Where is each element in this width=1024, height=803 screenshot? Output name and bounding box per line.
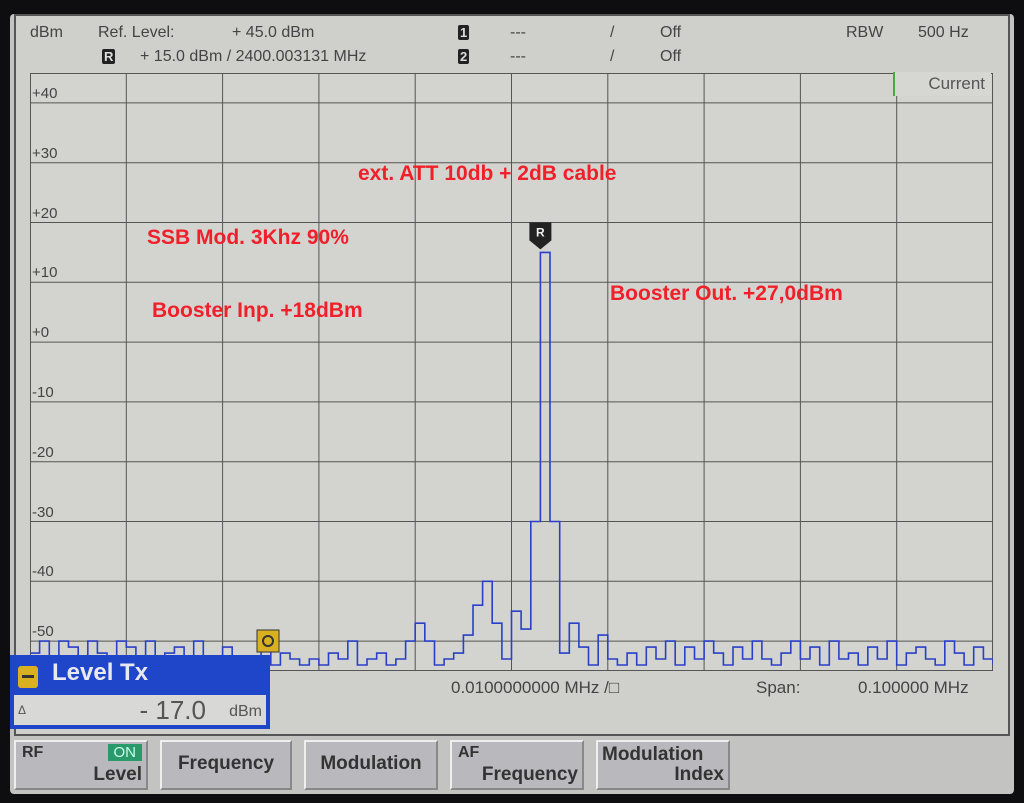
rf-label: RF <box>22 744 44 761</box>
q-marker-icon <box>256 629 280 653</box>
y-tick-label: -30 <box>32 503 54 521</box>
y-tick-label: +40 <box>32 84 58 102</box>
minimize-icon[interactable] <box>18 666 38 688</box>
ref-marker-icon: R <box>102 49 116 64</box>
marker2-state: Off <box>660 48 682 65</box>
span-label: Span: <box>756 678 801 697</box>
step-indicator: Δ <box>18 703 27 717</box>
y-tick-label: -50 <box>32 623 54 641</box>
span-value: 0.100000 MHz <box>858 678 969 697</box>
rbw-value: 500 Hz <box>918 24 969 41</box>
level-tx-unit: dBm <box>229 703 262 720</box>
rbw-label: RBW <box>846 24 884 41</box>
softkey-rf-level[interactable]: RF ON Level <box>14 740 148 790</box>
softkey-modulation[interactable]: Modulation <box>304 740 438 790</box>
marker1-state: Off <box>660 24 682 41</box>
trace-mode-current[interactable]: Current <box>893 72 991 96</box>
annotation-modulation: SSB Mod. 3Khz 90% <box>147 226 349 249</box>
mod-index-top-label: Modulation <box>602 744 704 765</box>
marker1-value: --- <box>510 24 526 41</box>
marker2-sep: / <box>610 48 615 65</box>
svg-text:R: R <box>536 225 545 239</box>
af-frequency-label: Frequency <box>481 764 578 785</box>
af-label: AF <box>458 744 480 761</box>
level-tx-title: Level Tx <box>52 659 149 686</box>
level-label: Level <box>93 764 142 785</box>
ref-level-label: Ref. Level: <box>98 24 175 41</box>
y-tick-label: -10 <box>32 383 54 401</box>
softkey-modulation-index[interactable]: Modulation Index <box>596 740 730 790</box>
level-tx-value: - 17.0 <box>139 695 207 725</box>
marker2-icon: 2 <box>458 49 470 64</box>
y-tick-label: -40 <box>32 563 54 581</box>
marker1-icon: 1 <box>458 25 470 40</box>
y-tick-label: -20 <box>32 443 54 461</box>
y-tick-label: +20 <box>32 204 58 222</box>
annotation-attenuation: ext. ATT 10db + 2dB cable <box>358 162 617 185</box>
softkey-af-frequency[interactable]: AF Frequency <box>450 740 584 790</box>
marker1-sep: / <box>610 24 615 41</box>
y-tick-label: +30 <box>32 144 58 162</box>
ref-marker-value: + 15.0 dBm / 2400.003131 MHz <box>140 48 367 65</box>
y-tick-label: +10 <box>32 264 58 282</box>
level-tx-input[interactable]: Δ - 17.0 dBm <box>14 695 266 725</box>
marker2-value: --- <box>510 48 526 65</box>
level-tx-dialog[interactable]: Level Tx Δ - 17.0 dBm <box>10 655 270 729</box>
ref-level-value: + 45.0 dBm <box>232 24 315 41</box>
annotation-booster-output: Booster Out. +27,0dBm <box>610 282 843 305</box>
y-tick-label: +0 <box>32 324 50 342</box>
mod-index-bottom-label: Index <box>674 764 724 785</box>
softkey-frequency[interactable]: Frequency <box>160 740 292 790</box>
unit-label: dBm <box>30 24 63 41</box>
center-frequency: 0.0100000000 MHz /□ <box>451 678 620 697</box>
rf-on-badge: ON <box>107 744 142 761</box>
annotation-booster-input: Booster Inp. +18dBm <box>152 299 363 322</box>
